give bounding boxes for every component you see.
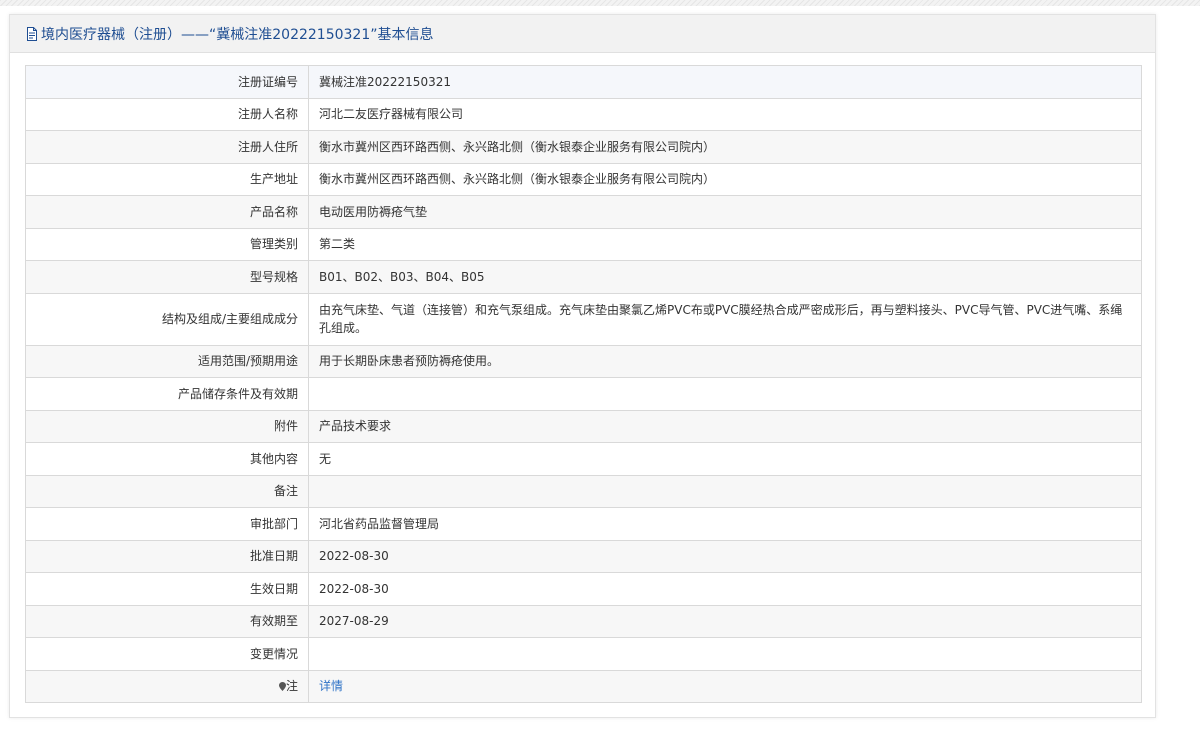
row-value: 河北二友医疗器械有限公司 bbox=[308, 97, 1142, 131]
table-row-product-name: 产品名称 电动医用防褥疮气垫 bbox=[25, 195, 1142, 229]
table-row-note: 注 详情 bbox=[25, 669, 1142, 703]
row-label: 结构及组成/主要组成成分 bbox=[25, 292, 309, 346]
table-row-attachment: 附件 产品技术要求 bbox=[25, 409, 1142, 443]
table-row-registrant-name: 注册人名称 河北二友医疗器械有限公司 bbox=[25, 97, 1142, 131]
row-value bbox=[308, 377, 1142, 411]
row-value: 衡水市冀州区西环路西侧、永兴路北侧（衡水银泰企业服务有限公司院内） bbox=[308, 162, 1142, 196]
row-label: 产品名称 bbox=[25, 195, 309, 229]
row-label: 生效日期 bbox=[25, 572, 309, 606]
table-row-remarks: 备注 bbox=[25, 474, 1142, 508]
row-value: 2022-08-30 bbox=[308, 539, 1142, 573]
row-value: 电动医用防褥疮气垫 bbox=[308, 195, 1142, 229]
row-value: 2022-08-30 bbox=[308, 572, 1142, 606]
row-label: 批准日期 bbox=[25, 539, 309, 573]
row-label: 管理类别 bbox=[25, 227, 309, 261]
row-value: 第二类 bbox=[308, 227, 1142, 261]
row-value: 用于长期卧床患者预防褥疮使用。 bbox=[308, 344, 1142, 378]
info-table: 注册证编号 冀械注准20222150321 注册人名称 河北二友医疗器械有限公司… bbox=[25, 65, 1142, 703]
page-title: 境内医疗器械（注册）——“冀械注准20222150321”基本信息 bbox=[41, 26, 434, 43]
row-label: 审批部门 bbox=[25, 507, 309, 541]
table-row-registrant-address: 注册人住所 衡水市冀州区西环路西侧、永兴路北侧（衡水银泰企业服务有限公司院内） bbox=[25, 130, 1142, 164]
row-value bbox=[308, 474, 1142, 508]
row-value: 河北省药品监督管理局 bbox=[308, 507, 1142, 541]
details-link[interactable]: 详情 bbox=[319, 679, 343, 693]
table-row-approval-date: 批准日期 2022-08-30 bbox=[25, 539, 1142, 573]
row-label: 注册人住所 bbox=[25, 130, 309, 164]
document-icon bbox=[26, 26, 38, 41]
table-row-storage-validity: 产品储存条件及有效期 bbox=[25, 377, 1142, 411]
row-label: 型号规格 bbox=[25, 260, 309, 294]
row-label: 附件 bbox=[25, 409, 309, 443]
panel-header: 境内医疗器械（注册）——“冀械注准20222150321”基本信息 bbox=[10, 15, 1155, 53]
row-value: 2027-08-29 bbox=[308, 604, 1142, 638]
row-value bbox=[308, 637, 1142, 671]
row-label: 变更情况 bbox=[25, 637, 309, 671]
table-row-approval-department: 审批部门 河北省药品监督管理局 bbox=[25, 507, 1142, 541]
basic-info-panel: 境内医疗器械（注册）——“冀械注准20222150321”基本信息 注册证编号 … bbox=[9, 14, 1156, 718]
row-value: 冀械注准20222150321 bbox=[308, 65, 1142, 99]
row-value: 衡水市冀州区西环路西侧、永兴路北侧（衡水银泰企业服务有限公司院内） bbox=[308, 130, 1142, 164]
table-row-production-address: 生产地址 衡水市冀州区西环路西侧、永兴路北侧（衡水银泰企业服务有限公司院内） bbox=[25, 162, 1142, 196]
row-label-note: 注 bbox=[25, 669, 309, 703]
row-label: 产品储存条件及有效期 bbox=[25, 377, 309, 411]
row-label: 生产地址 bbox=[25, 162, 309, 196]
table-row-model-spec: 型号规格 B01、B02、B03、B04、B05 bbox=[25, 260, 1142, 294]
table-row-effective-date: 生效日期 2022-08-30 bbox=[25, 572, 1142, 606]
note-label: 注 bbox=[285, 679, 298, 694]
row-value: 无 bbox=[308, 442, 1142, 476]
row-label: 有效期至 bbox=[25, 604, 309, 638]
table-row-other-content: 其他内容 无 bbox=[25, 442, 1142, 476]
table-row-valid-until: 有效期至 2027-08-29 bbox=[25, 604, 1142, 638]
row-value: 产品技术要求 bbox=[308, 409, 1142, 443]
row-label: 注册证编号 bbox=[25, 65, 309, 99]
table-row-change-status: 变更情况 bbox=[25, 637, 1142, 671]
row-label: 其他内容 bbox=[25, 442, 309, 476]
row-label: 备注 bbox=[25, 474, 309, 508]
row-value: B01、B02、B03、B04、B05 bbox=[308, 260, 1142, 294]
top-decorative-strip bbox=[0, 0, 1200, 6]
pin-icon bbox=[278, 678, 286, 692]
row-value: 详情 bbox=[308, 669, 1142, 703]
row-label: 注册人名称 bbox=[25, 97, 309, 131]
table-row-management-category: 管理类别 第二类 bbox=[25, 227, 1142, 261]
table-row-registration-number: 注册证编号 冀械注准20222150321 bbox=[25, 65, 1142, 99]
row-label: 适用范围/预期用途 bbox=[25, 344, 309, 378]
row-value: 由充气床垫、气道（连接管）和充气泵组成。充气床垫由聚氯乙烯PVC布或PVC膜经热… bbox=[308, 292, 1142, 346]
table-row-intended-use: 适用范围/预期用途 用于长期卧床患者预防褥疮使用。 bbox=[25, 344, 1142, 378]
table-row-structure-composition: 结构及组成/主要组成成分 由充气床垫、气道（连接管）和充气泵组成。充气床垫由聚氯… bbox=[25, 292, 1142, 346]
